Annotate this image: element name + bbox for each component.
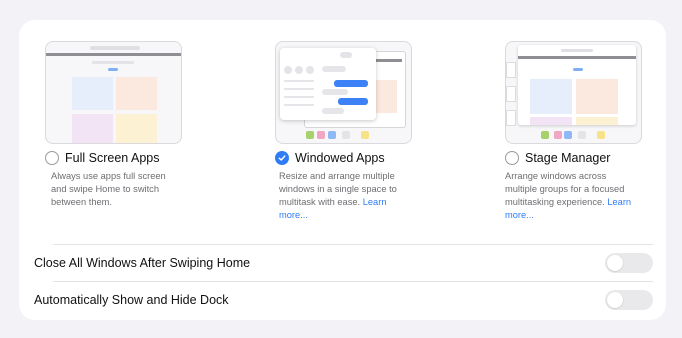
description-text: Always use apps full screen and swipe Ho…: [51, 171, 166, 207]
radio-full-screen[interactable]: [45, 151, 59, 165]
setting-label-close-windows: Close All Windows After Swiping Home: [34, 256, 251, 270]
option-description-full-screen: Always use apps full screen and swipe Ho…: [51, 170, 183, 209]
radio-row-windowed[interactable]: Windowed Apps: [275, 149, 385, 167]
option-label-stage-manager: Stage Manager: [525, 151, 611, 165]
multitasking-card: Full Screen Apps Always use apps full sc…: [19, 20, 666, 320]
option-description-windowed: Resize and arrange multiple windows in a…: [279, 170, 411, 222]
setting-label-auto-hide-dock: Automatically Show and Hide Dock: [34, 293, 229, 307]
toggle-knob: [607, 255, 623, 271]
option-description-stage-manager: Arrange windows across multiple groups f…: [505, 170, 637, 222]
radio-row-full-screen[interactable]: Full Screen Apps: [45, 149, 160, 167]
auto-hide-dock-toggle[interactable]: [605, 290, 653, 310]
full-screen-preview-image[interactable]: [45, 41, 182, 144]
radio-row-stage-manager[interactable]: Stage Manager: [505, 149, 610, 167]
windowed-apps-preview-image[interactable]: [275, 41, 412, 144]
radio-windowed-selected[interactable]: [275, 151, 289, 165]
row-divider: [53, 281, 653, 282]
option-label-full-screen: Full Screen Apps: [65, 151, 160, 165]
toggle-knob: [607, 292, 623, 308]
radio-stage-manager[interactable]: [505, 151, 519, 165]
checkmark-icon: [278, 155, 286, 161]
close-windows-toggle[interactable]: [605, 253, 653, 273]
section-divider: [53, 244, 653, 245]
stage-manager-preview-image[interactable]: [505, 41, 642, 144]
option-label-windowed: Windowed Apps: [295, 151, 385, 165]
